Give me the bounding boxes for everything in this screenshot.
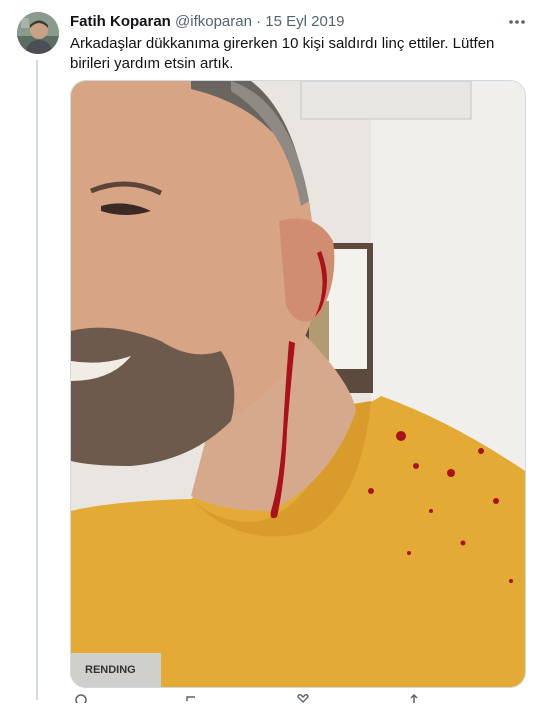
author-handle[interactable]: @ifkoparan xyxy=(175,13,252,30)
tweet-card[interactable]: Fatih Koparan @ifkoparan · 15 Eyl 2019 A… xyxy=(0,0,541,706)
retweet-icon[interactable] xyxy=(185,690,199,701)
like-icon[interactable] xyxy=(296,690,310,703)
tweet-photo[interactable]: RENDING xyxy=(70,80,526,688)
tweet-header: Fatih Koparan @ifkoparan · 15 Eyl 2019 xyxy=(70,13,345,31)
tweet-date[interactable]: 15 Eyl 2019 xyxy=(265,13,344,30)
svg-text:RENDING: RENDING xyxy=(85,664,136,676)
thread-line xyxy=(36,60,38,700)
reply-icon[interactable] xyxy=(74,690,88,706)
tweet-actions xyxy=(70,690,524,706)
more-button[interactable] xyxy=(504,10,530,34)
author-name[interactable]: Fatih Koparan xyxy=(70,13,171,30)
share-icon[interactable] xyxy=(407,690,421,703)
more-icon xyxy=(509,20,525,24)
avatar-image xyxy=(17,12,59,54)
photo-image: RENDING xyxy=(71,81,525,687)
author-avatar[interactable] xyxy=(17,12,59,54)
separator: · xyxy=(256,13,262,30)
tweet-text: Arkadaşlar dükkanıma girerken 10 kişi sa… xyxy=(70,35,495,72)
